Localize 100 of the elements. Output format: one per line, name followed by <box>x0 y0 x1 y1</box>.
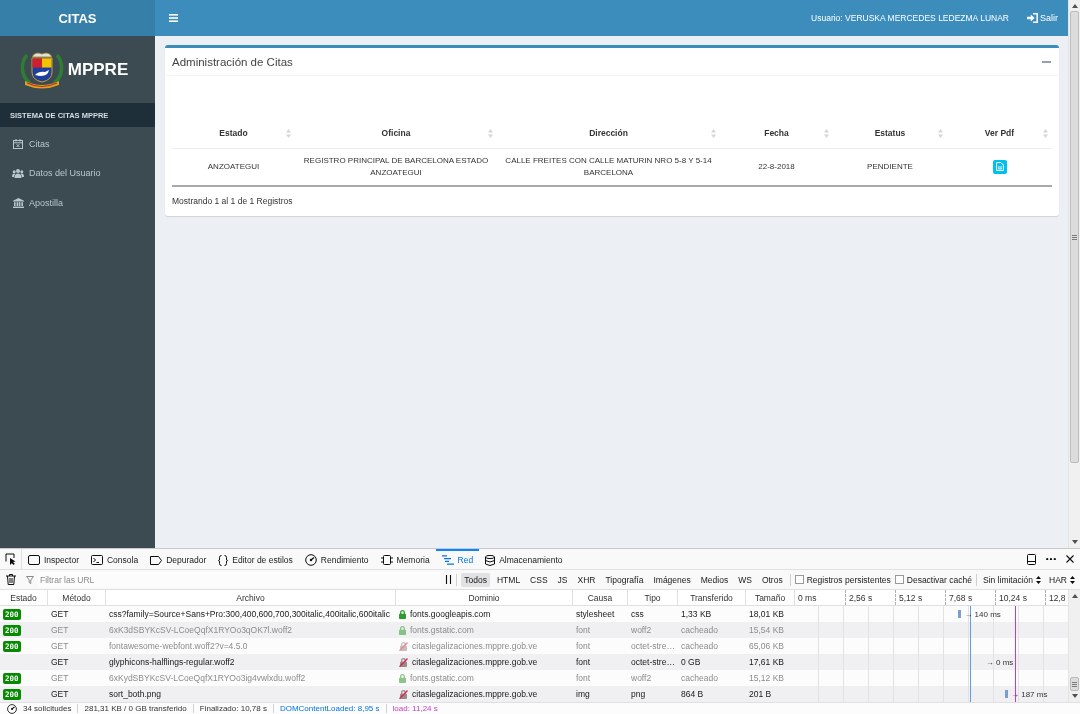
timeline-tick-label: 5,12 s <box>899 592 923 603</box>
cursor-in-box-icon[interactable] <box>5 553 16 565</box>
checkbox-label[interactable]: Registros persistentes <box>806 574 891 585</box>
request-type: woff2 <box>631 625 652 635</box>
request-cause: font <box>576 625 591 635</box>
pause-icon[interactable] <box>445 575 453 584</box>
request-file: glyphicons-halflings-regular.woff2 <box>109 657 235 667</box>
table-cell: REGISTRO PRINCIPAL DE BARCELONA ESTADO ANZOATEGUI <box>295 148 497 186</box>
up-down-triangles-icon[interactable] <box>488 128 493 138</box>
column-header[interactable]: Dominio <box>468 592 500 603</box>
up-down-triangles-icon[interactable] <box>938 128 943 138</box>
gauge-icon <box>304 554 317 566</box>
up-down-triangles-icon[interactable] <box>1043 128 1048 138</box>
request-transferred: 864 B <box>681 689 704 699</box>
request-size: 65,06 KB <box>749 641 784 651</box>
scrollbar[interactable] <box>1068 590 1080 702</box>
minus-icon[interactable] <box>1042 60 1051 63</box>
column-header[interactable]: Estado <box>10 592 37 603</box>
request-type: octet-stre… <box>631 641 675 651</box>
timing-label: → 0 ms <box>985 657 1014 667</box>
menu-icon[interactable] <box>169 14 178 22</box>
arrow-into-bracket-icon <box>1027 13 1038 23</box>
column-header[interactable]: Estado <box>176 128 286 139</box>
timeline-tick-label: 0 ms <box>798 592 817 603</box>
request-method: GET <box>51 689 69 699</box>
tag-icon <box>150 555 163 565</box>
request-type: octet-stre… <box>631 657 675 667</box>
column-header[interactable]: Oficina <box>299 128 488 139</box>
devtools-tab[interactable]: Almacenamiento <box>479 549 569 569</box>
summary-text: 34 solicitudes <box>23 704 72 713</box>
table-cell: ANZOATEGUI <box>172 148 295 186</box>
up-down-triangles-icon[interactable] <box>824 128 829 138</box>
logout-link[interactable]: Salir <box>1027 13 1058 23</box>
request-cause: img <box>576 689 590 699</box>
request-domain: citaslegalizaciones.mppre.gob.ve <box>412 657 538 667</box>
column-header[interactable]: Tipo <box>644 592 661 603</box>
filter-button[interactable]: Otros <box>758 572 786 587</box>
request-method: GET <box>51 609 69 619</box>
three-dots-icon[interactable] <box>1046 557 1056 561</box>
request-file: css?family=Source+Sans+Pro:300,400,600,700,300italic,400italic,600italic <box>109 609 390 619</box>
timing-label: → 140 ms <box>964 609 1001 619</box>
filter-button[interactable]: Imágenes <box>650 572 694 587</box>
devtools-tab[interactable]: Rendimiento <box>298 549 375 569</box>
column-header[interactable]: Método <box>62 592 91 603</box>
filter-button[interactable]: XHR <box>574 572 599 587</box>
request-file: 6xKydSBYKcSV-LCoeQqfX1RYOo3ig4vwlxdu.woff2 <box>109 673 306 683</box>
gauge-icon[interactable] <box>7 703 17 714</box>
timeline-tick-label: 10,24 s <box>999 592 1027 603</box>
request-method: GET <box>51 673 69 683</box>
trash-icon[interactable] <box>6 574 16 585</box>
request-size: 15,54 KB <box>749 625 784 635</box>
checkbox-label[interactable]: Desactivar caché <box>906 574 972 585</box>
column-header[interactable]: Ver Pdf <box>951 128 1043 139</box>
close-icon[interactable] <box>1066 555 1074 563</box>
column-header[interactable]: Fecha <box>724 128 824 139</box>
column-header[interactable]: Estatus <box>837 128 938 139</box>
column-header[interactable]: Causa <box>587 592 613 603</box>
request-type: css <box>631 609 644 619</box>
filter-button[interactable]: JS <box>554 572 571 587</box>
devtools-tab[interactable]: Memoria <box>374 549 436 569</box>
filter-button[interactable]: Todos <box>461 572 490 587</box>
filter-button[interactable]: Medios <box>697 572 732 587</box>
coat-of-arms-icon <box>18 49 65 90</box>
request-domain: citaslegalizaciones.mppre.gob.ve <box>412 641 538 651</box>
scrollbar[interactable] <box>1068 0 1080 548</box>
filter-button[interactable]: WS <box>735 572 755 587</box>
column-header[interactable]: Dirección <box>501 128 711 139</box>
terminal-icon <box>90 555 103 565</box>
column-header[interactable]: Tamaño <box>754 592 786 603</box>
checkbox[interactable] <box>794 575 804 584</box>
devtools-tab[interactable]: Consola <box>84 549 145 569</box>
request-size: 15,12 KB <box>749 673 784 683</box>
request-row[interactable]: GET glyphicons-halflings-regular.woff2 citaslegalizaciones.mppre.gob.ve font octet-stre… 0 GB 17,61 KB <box>0 654 794 670</box>
devtools-tab[interactable]: Inspector <box>22 549 85 569</box>
filter-button[interactable]: Tipografía <box>602 572 647 587</box>
filter-button[interactable]: HTML <box>493 572 524 587</box>
sidebar-item[interactable]: Datos del Usuario <box>0 158 155 188</box>
devtools-tab[interactable]: Editor de estilos <box>212 549 299 569</box>
up-down-triangles-icon <box>1070 575 1075 584</box>
column-header[interactable]: Transferido <box>690 592 733 603</box>
request-file: 6xK3dSBYKcSV-LCoeQqfX1RYOo3qOK7l.woff2 <box>109 625 292 635</box>
pdf-button[interactable] <box>992 159 1007 174</box>
sidebar-item[interactable]: Apostilla <box>0 188 155 218</box>
filter-button[interactable]: CSS <box>527 572 551 587</box>
devtools-tab[interactable]: Depurador <box>144 549 213 569</box>
up-down-triangles-icon[interactable] <box>286 128 291 138</box>
request-domain: fonts.gstatic.com <box>410 625 474 635</box>
checkbox[interactable] <box>894 575 904 584</box>
request-type: png <box>631 689 646 699</box>
sidebar-item[interactable]: Citas <box>0 129 155 159</box>
har-menu-button[interactable]: HAR <box>1047 574 1077 585</box>
timeline-tick-label: 7,68 s <box>949 592 973 603</box>
table-info: Mostrando 1 al 1 de 1 Registros <box>172 195 294 208</box>
request-method: GET <box>51 641 69 651</box>
bottom-panel-icon[interactable] <box>1027 553 1036 565</box>
throttling-select[interactable]: Sin limitación <box>980 574 1044 585</box>
request-domain: citaslegalizaciones.mppre.gob.ve <box>412 689 538 699</box>
up-down-triangles-icon[interactable] <box>711 128 716 138</box>
request-method: GET <box>51 657 69 667</box>
column-header[interactable]: Archivo <box>236 592 265 603</box>
